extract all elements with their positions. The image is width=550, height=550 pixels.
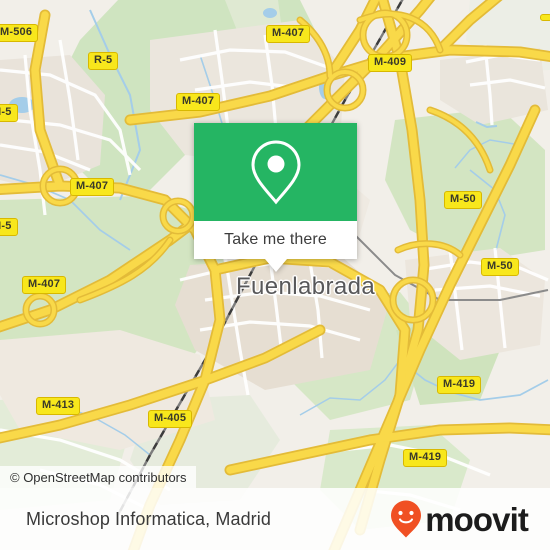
moovit-logo[interactable]: moovit (390, 499, 529, 539)
road-shield[interactable]: R-5 (88, 52, 119, 70)
location-pin-icon (250, 140, 301, 205)
road-shield[interactable]: M-506 (0, 24, 39, 42)
footer-bar: Microshop Informatica, Madrid moovit (0, 488, 550, 550)
popup-tail (264, 259, 287, 272)
popup-pin-area (194, 123, 357, 221)
city-label-fuenlabrada: Fuenlabrada (236, 273, 376, 300)
road-shield[interactable]: M-407 (266, 25, 311, 43)
map-attribution[interactable]: © OpenStreetMap contributors (0, 466, 196, 488)
road-shield[interactable]: M-5 (0, 218, 18, 236)
road-shield[interactable]: M-413 (36, 397, 81, 415)
road-shield-clipped[interactable] (540, 14, 550, 21)
road-shield[interactable]: M-407 (22, 276, 67, 294)
road-shield[interactable]: M-50 (444, 191, 482, 209)
moovit-pin-icon (391, 500, 422, 538)
road-shield[interactable]: M-419 (403, 449, 448, 467)
place-popup-card[interactable]: Take me there (194, 123, 357, 272)
moovit-wordmark: moovit (425, 500, 529, 538)
road-shield[interactable]: M-419 (437, 376, 482, 394)
popup-action-bar[interactable]: Take me there (194, 221, 357, 259)
moovit-map-screenshot: Fuenlabrada M-506 R-5 M-407 M-407 M-409 … (0, 0, 550, 550)
road-shield[interactable]: M-409 (368, 54, 413, 72)
road-shield[interactable]: M-405 (148, 410, 193, 428)
road-shield[interactable]: M-5 (0, 104, 18, 122)
road-shield[interactable]: M-407 (176, 93, 221, 111)
take-me-there-button[interactable]: Take me there (224, 231, 327, 249)
road-shield[interactable]: M-50 (481, 258, 519, 276)
road-shield[interactable]: M-407 (70, 178, 115, 196)
place-title: Microshop Informatica, Madrid (26, 508, 271, 529)
